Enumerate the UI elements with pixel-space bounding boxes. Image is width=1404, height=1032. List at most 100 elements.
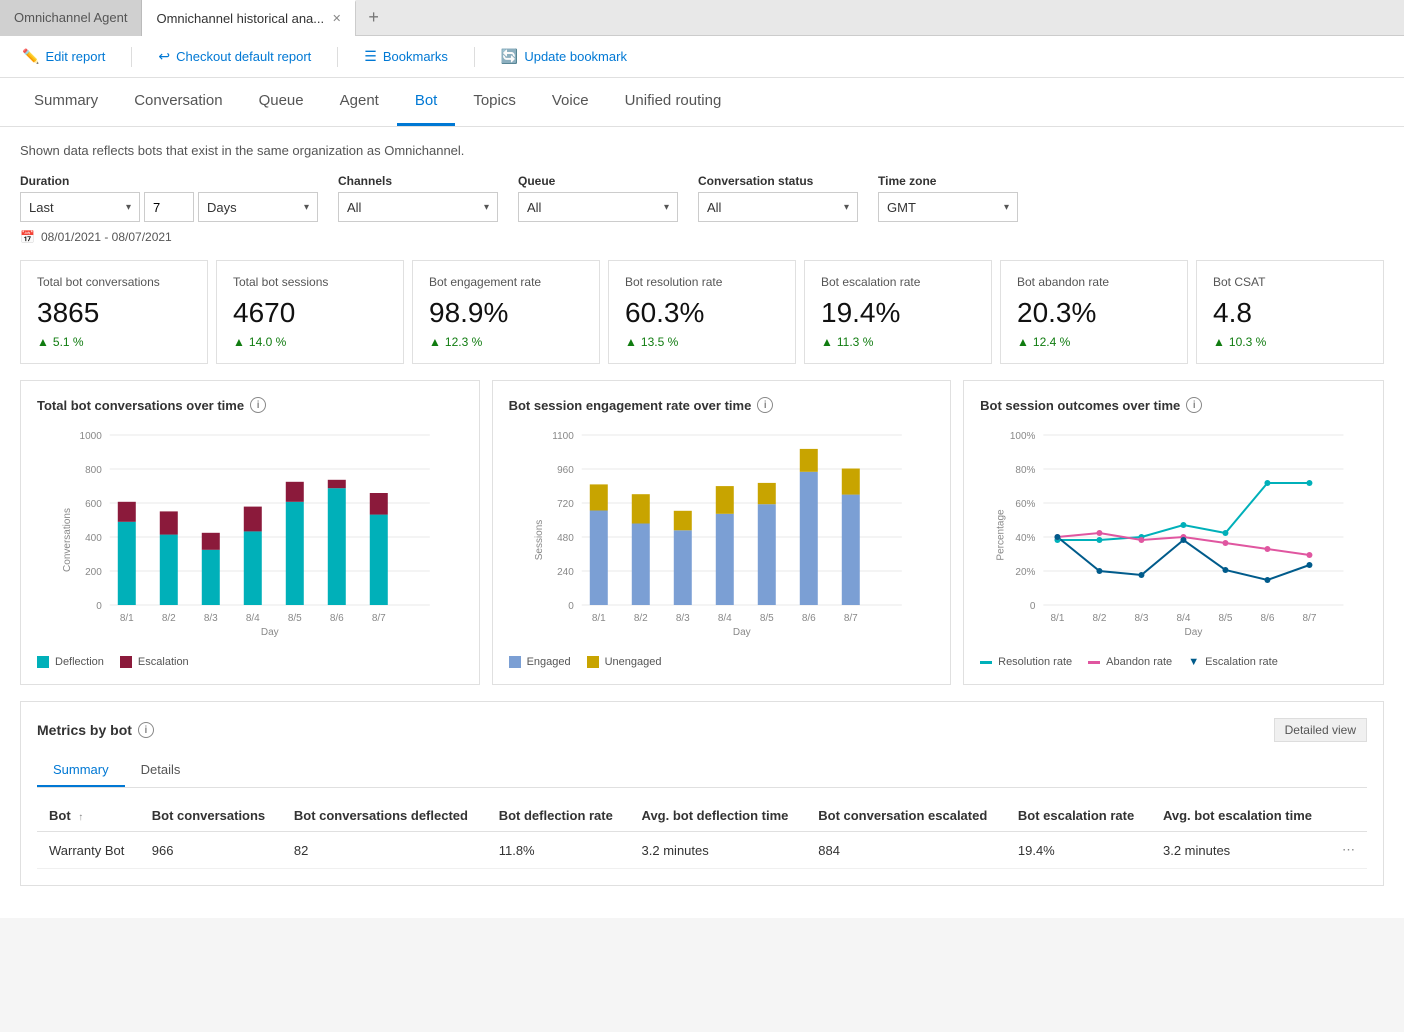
- arrow-up-icon-5: ▲: [1017, 335, 1029, 349]
- browser-tabs: Omnichannel Agent Omnichannel historical…: [0, 0, 1404, 36]
- chart-conversations-over-time: Total bot conversations over time i Conv…: [20, 380, 480, 685]
- checkout-icon: ↩: [158, 48, 170, 65]
- svg-text:Conversations: Conversations: [62, 508, 73, 572]
- col-bot[interactable]: Bot ↑: [37, 800, 140, 832]
- svg-text:Day: Day: [1185, 627, 1203, 638]
- col-escalation-rate[interactable]: Bot escalation rate: [1006, 800, 1151, 832]
- chevron-down-icon-6: ▾: [1004, 202, 1009, 213]
- svg-text:8/6: 8/6: [1261, 613, 1275, 624]
- metrics-table-wrap: Bot ↑ Bot conversations Bot conversation…: [37, 800, 1367, 869]
- cell-deflection-rate: 11.8%: [487, 832, 630, 869]
- nav-tab-conversation[interactable]: Conversation: [116, 78, 240, 126]
- kpi-card-3: Bot resolution rate 60.3% ▲ 13.5 %: [608, 260, 796, 364]
- svg-text:8/7: 8/7: [372, 613, 386, 624]
- update-bookmark-label: Update bookmark: [524, 49, 627, 64]
- nav-tab-unified-routing[interactable]: Unified routing: [607, 78, 740, 126]
- kpi-title-6: Bot CSAT: [1213, 275, 1367, 289]
- row-more-button[interactable]: ⋯: [1330, 832, 1367, 869]
- kpi-value-2: 98.9%: [429, 297, 583, 329]
- kpi-change-4: ▲ 11.3 %: [821, 335, 975, 349]
- bookmarks-button[interactable]: ☰ Bookmarks: [358, 44, 454, 69]
- svg-text:Day: Day: [732, 627, 750, 638]
- kpi-card-0: Total bot conversations 3865 ▲ 5.1 %: [20, 260, 208, 364]
- update-icon: 🔄: [501, 48, 518, 65]
- update-bookmark-button[interactable]: 🔄 Update bookmark: [495, 44, 633, 69]
- arrow-up-icon-1: ▲: [233, 335, 245, 349]
- nav-tab-queue[interactable]: Queue: [241, 78, 322, 126]
- svg-text:8/4: 8/4: [717, 613, 731, 624]
- cell-avg-escalation: 3.2 minutes: [1151, 832, 1330, 869]
- chart3-svg: Percentage 100% 80% 60% 40% 20% 0: [980, 425, 1367, 645]
- add-tab-button[interactable]: +: [356, 7, 391, 28]
- metrics-tab-details[interactable]: Details: [125, 754, 197, 787]
- col-escalated[interactable]: Bot conversation escalated: [806, 800, 1006, 832]
- kpi-card-2: Bot engagement rate 98.9% ▲ 12.3 %: [412, 260, 600, 364]
- charts-row: Total bot conversations over time i Conv…: [20, 380, 1384, 685]
- kpi-title-5: Bot abandon rate: [1017, 275, 1171, 289]
- arrow-up-icon-2: ▲: [429, 335, 441, 349]
- nav-tab-voice[interactable]: Voice: [534, 78, 607, 126]
- info-icon-chart2[interactable]: i: [757, 397, 773, 413]
- browser-tab-historical[interactable]: Omnichannel historical ana... ✕: [142, 0, 356, 36]
- svg-text:8/2: 8/2: [1093, 613, 1107, 624]
- duration-value-input[interactable]: [144, 192, 194, 222]
- nav-tab-agent[interactable]: Agent: [322, 78, 397, 126]
- kpi-change-6: ▲ 10.3 %: [1213, 335, 1367, 349]
- svg-text:8/6: 8/6: [801, 613, 815, 624]
- col-avg-escalation[interactable]: Avg. bot escalation time: [1151, 800, 1330, 832]
- channels-select[interactable]: All ▾: [338, 192, 498, 222]
- duration-label: Duration: [20, 174, 318, 188]
- chart3-legend: Resolution rate Abandon rate ▼ Escalatio…: [980, 656, 1367, 668]
- chevron-down-icon-5: ▾: [844, 202, 849, 213]
- info-icon-metrics[interactable]: i: [138, 722, 154, 738]
- metrics-title: Metrics by bot i: [37, 722, 154, 738]
- timezone-label: Time zone: [878, 174, 1018, 188]
- detailed-view-button[interactable]: Detailed view: [1274, 718, 1367, 742]
- arrow-up-icon-4: ▲: [821, 335, 833, 349]
- nav-tab-summary[interactable]: Summary: [16, 78, 116, 126]
- metrics-tab-summary[interactable]: Summary: [37, 754, 125, 787]
- chart2-legend: Engaged Unengaged: [509, 656, 935, 668]
- chart1-legend: Deflection Escalation: [37, 656, 463, 668]
- date-range-text: 08/01/2021 - 08/07/2021: [41, 230, 172, 244]
- chevron-down-icon-3: ▾: [484, 202, 489, 213]
- kpi-value-1: 4670: [233, 297, 387, 329]
- metrics-section: Metrics by bot i Detailed view Summary D…: [20, 701, 1384, 886]
- svg-text:100%: 100%: [1010, 431, 1036, 442]
- duration-unit-select[interactable]: Days ▾: [198, 192, 318, 222]
- nav-tab-topics[interactable]: Topics: [455, 78, 534, 126]
- main-content: Shown data reflects bots that exist in t…: [0, 127, 1404, 918]
- svg-text:8/2: 8/2: [162, 613, 176, 624]
- svg-text:8/5: 8/5: [1219, 613, 1233, 624]
- svg-text:8/6: 8/6: [330, 613, 344, 624]
- svg-text:80%: 80%: [1016, 465, 1036, 476]
- edit-icon: ✏️: [22, 48, 39, 65]
- queue-select[interactable]: All ▾: [518, 192, 678, 222]
- col-avg-deflection[interactable]: Avg. bot deflection time: [630, 800, 807, 832]
- close-tab-icon[interactable]: ✕: [332, 12, 341, 25]
- nav-tab-bot[interactable]: Bot: [397, 78, 456, 126]
- col-conversations[interactable]: Bot conversations: [140, 800, 282, 832]
- conv-status-select[interactable]: All ▾: [698, 192, 858, 222]
- chart2-area: Sessions 1100 960 720 480 240 0: [509, 425, 935, 648]
- cell-conversations: 966: [140, 832, 282, 869]
- kpi-change-3: ▲ 13.5 %: [625, 335, 779, 349]
- col-deflected[interactable]: Bot conversations deflected: [282, 800, 487, 832]
- info-icon-chart3[interactable]: i: [1186, 397, 1202, 413]
- info-icon-chart1[interactable]: i: [250, 397, 266, 413]
- duration-type-select[interactable]: Last ▾: [20, 192, 140, 222]
- kpi-card-5: Bot abandon rate 20.3% ▲ 12.4 %: [1000, 260, 1188, 364]
- checkout-button[interactable]: ↩ Checkout default report: [152, 44, 317, 69]
- svg-text:0: 0: [96, 601, 102, 612]
- timezone-select[interactable]: GMT ▾: [878, 192, 1018, 222]
- svg-text:8/7: 8/7: [1303, 613, 1317, 624]
- cell-bot-name: Warranty Bot: [37, 832, 140, 869]
- metrics-table: Bot ↑ Bot conversations Bot conversation…: [37, 800, 1367, 869]
- metrics-header: Metrics by bot i Detailed view: [37, 718, 1367, 742]
- svg-text:Percentage: Percentage: [996, 509, 1007, 561]
- edit-report-button[interactable]: ✏️ Edit report: [16, 44, 111, 69]
- metrics-tabs: Summary Details: [37, 754, 1367, 788]
- browser-tab-agent[interactable]: Omnichannel Agent: [0, 0, 142, 36]
- kpi-value-0: 3865: [37, 297, 191, 329]
- col-deflection-rate[interactable]: Bot deflection rate: [487, 800, 630, 832]
